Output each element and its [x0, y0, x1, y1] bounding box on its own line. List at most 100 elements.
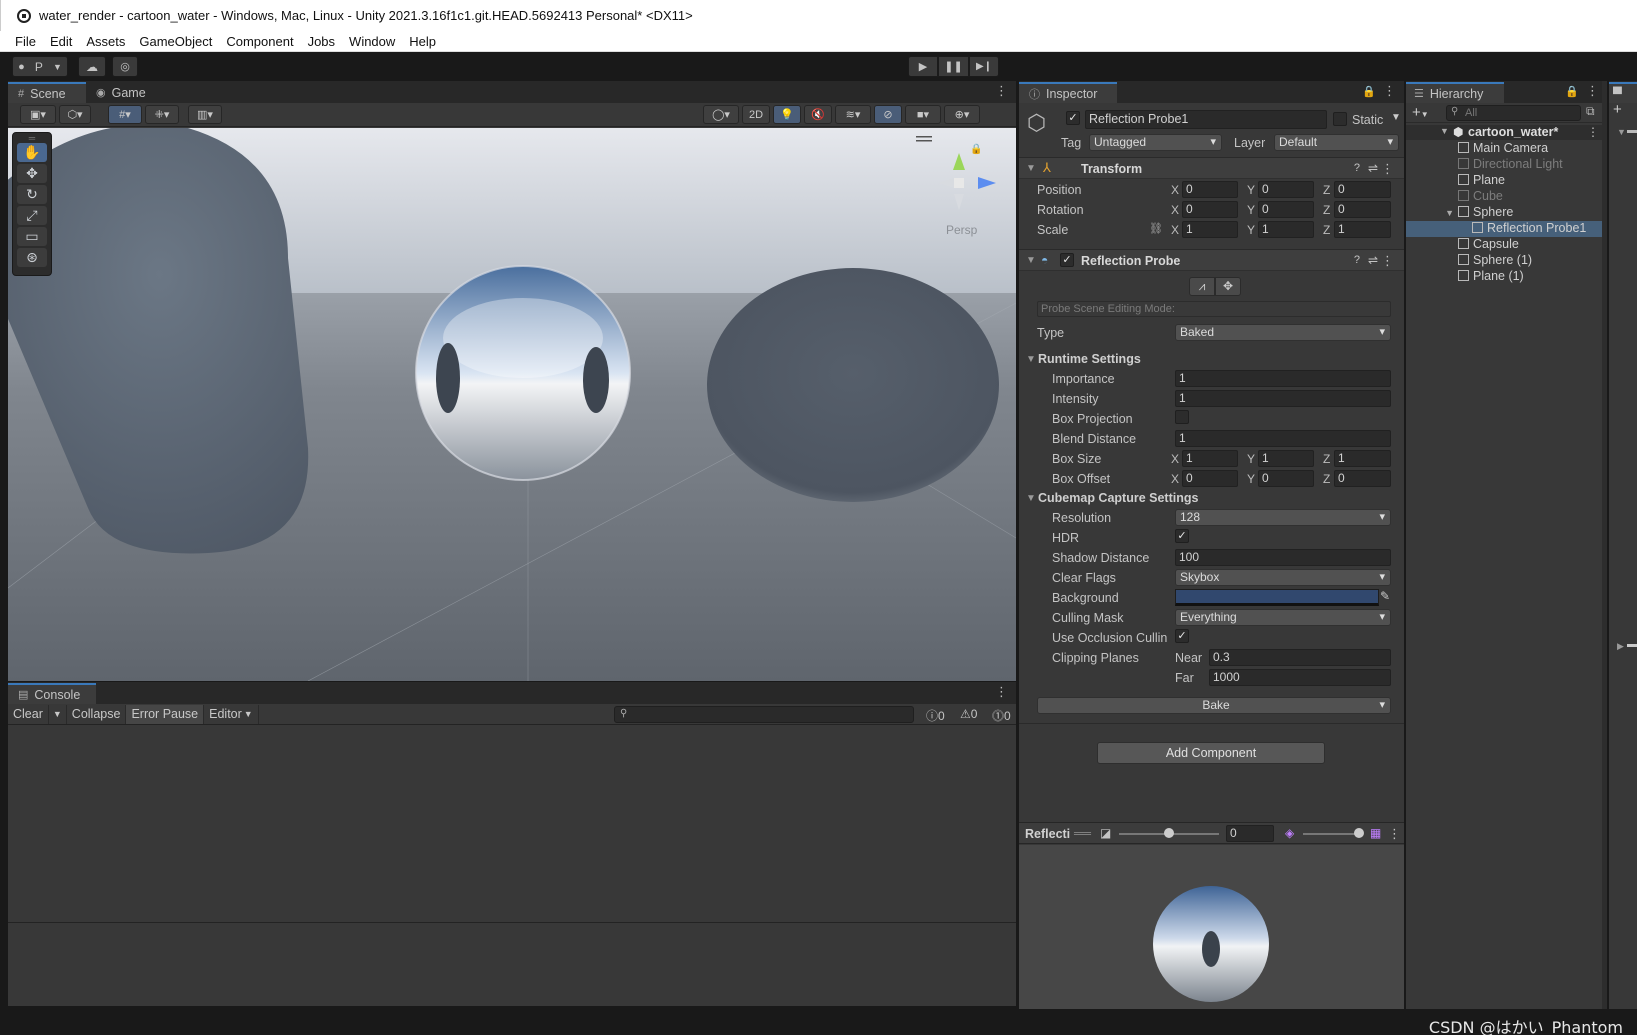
- cubemap-capture-header[interactable]: Cubemap Capture Settings: [1038, 491, 1198, 505]
- static-checkbox[interactable]: [1333, 112, 1347, 126]
- help-icon[interactable]: ?: [1354, 254, 1360, 266]
- foldout-arrow-icon[interactable]: ▼: [1026, 354, 1036, 365]
- preset-icon[interactable]: ⇌: [1368, 253, 1378, 267]
- box-offset-x-field[interactable]: 0: [1182, 470, 1238, 487]
- occlusion-culling-checkbox[interactable]: ✓: [1175, 629, 1189, 643]
- box-offset-z-field[interactable]: 0: [1334, 470, 1391, 487]
- hidden-objects-toggle[interactable]: ⊘: [874, 105, 902, 124]
- inspector-more-options-icon[interactable]: ⋮: [1383, 84, 1396, 97]
- active-checkbox[interactable]: ✓: [1066, 111, 1080, 125]
- preset-icon[interactable]: ⇌: [1368, 161, 1378, 175]
- lock-icon[interactable]: 🔒: [1565, 85, 1579, 98]
- hierarchy-more-options-icon[interactable]: ⋮: [1586, 84, 1599, 97]
- background-color-swatch[interactable]: [1175, 589, 1379, 606]
- hierarchy-item[interactable]: Plane (1): [1406, 269, 1607, 285]
- lighting-toggle[interactable]: 💡: [773, 105, 801, 124]
- hand-tool-button[interactable]: ✋: [17, 143, 47, 162]
- project-create-button[interactable]: +: [1613, 101, 1622, 118]
- warning-filter-toggle[interactable]: ⚠0: [960, 707, 977, 721]
- menu-window[interactable]: Window: [349, 34, 395, 49]
- rotation-x-field[interactable]: 0: [1182, 201, 1238, 218]
- console-more-options-icon[interactable]: ⋮: [995, 685, 1008, 698]
- box-size-y-field[interactable]: 1: [1258, 450, 1314, 467]
- rotation-y-field[interactable]: 0: [1258, 201, 1314, 218]
- camera-dropdown[interactable]: ■▾: [905, 105, 941, 124]
- preview-more-options-icon[interactable]: ⋮: [1388, 826, 1401, 842]
- hierarchy-item[interactable]: Reflection Probe1: [1406, 221, 1607, 237]
- log-filter-toggle[interactable]: ⓘ0: [926, 707, 945, 724]
- drag-handle-icon[interactable]: ══: [1074, 826, 1091, 840]
- cloud-button[interactable]: ☁: [78, 56, 106, 77]
- foldout-arrow-icon[interactable]: ▶: [1617, 641, 1624, 652]
- position-z-field[interactable]: 0: [1334, 181, 1391, 198]
- edit-bounds-button[interactable]: ⩘: [1189, 277, 1215, 296]
- scene-root-row[interactable]: ▼ ⬢ cartoon_water* ⋮: [1406, 125, 1607, 140]
- tab-console[interactable]: ▤ Console: [8, 683, 96, 704]
- tab-game[interactable]: ◉ Game: [86, 82, 152, 103]
- scale-z-field[interactable]: 1: [1334, 221, 1391, 238]
- reflection-sphere-object[interactable]: [415, 265, 631, 481]
- hierarchy-item[interactable]: Cube: [1406, 189, 1607, 205]
- hierarchy-item[interactable]: Plane: [1406, 173, 1607, 189]
- box-size-x-field[interactable]: 1: [1182, 450, 1238, 467]
- toggle-2d-button[interactable]: 2D: [742, 105, 770, 124]
- error-pause-button[interactable]: Error Pause: [126, 704, 205, 724]
- edit-origin-button[interactable]: ✥: [1215, 277, 1241, 296]
- exposure-slider-thumb[interactable]: [1164, 828, 1174, 838]
- hierarchy-item[interactable]: Capsule: [1406, 237, 1607, 253]
- ruler-dropdown[interactable]: ▥▾: [188, 105, 222, 124]
- sphere-object[interactable]: [707, 268, 999, 502]
- tag-dropdown[interactable]: Untagged: [1089, 134, 1222, 151]
- menu-edit[interactable]: Edit: [50, 34, 72, 49]
- help-icon[interactable]: ?: [1354, 162, 1360, 174]
- toolbox-handle-icon[interactable]: ═: [17, 133, 47, 143]
- account-dropdown[interactable]: ● P ▼: [12, 56, 68, 77]
- move-tool-button[interactable]: ✥: [17, 164, 47, 183]
- foldout-arrow-icon[interactable]: ▼: [1617, 127, 1626, 137]
- collapse-button[interactable]: Collapse: [67, 704, 127, 724]
- constrain-proportions-icon[interactable]: ⛓: [1149, 222, 1163, 235]
- type-dropdown[interactable]: Baked: [1175, 324, 1391, 341]
- reflection-probe-header[interactable]: ▼ ◓ ✓ Reflection Probe ? ⇌ ⋮: [1019, 249, 1404, 271]
- probe-preview-sphere[interactable]: [1019, 845, 1404, 1009]
- intensity-field[interactable]: 1: [1175, 390, 1391, 407]
- scene-menu-icon[interactable]: ⋮: [1587, 125, 1599, 139]
- scale-y-field[interactable]: 1: [1258, 221, 1314, 238]
- alpha-icon[interactable]: ▦: [1370, 826, 1381, 840]
- scene-visibility-icon[interactable]: ⧉: [1586, 104, 1595, 119]
- clear-button[interactable]: Clear: [8, 704, 49, 724]
- importance-field[interactable]: 1: [1175, 370, 1391, 387]
- error-filter-toggle[interactable]: ⓵0: [992, 707, 1011, 724]
- rect-tool-button[interactable]: ▭: [17, 227, 47, 246]
- box-size-z-field[interactable]: 1: [1334, 450, 1391, 467]
- panel-splitter[interactable]: [1602, 81, 1607, 1009]
- mip-slider-thumb[interactable]: [1354, 828, 1364, 838]
- object-name-field[interactable]: Reflection Probe1: [1085, 110, 1327, 129]
- probe-enabled-checkbox[interactable]: ✓: [1060, 253, 1074, 267]
- position-y-field[interactable]: 0: [1258, 181, 1314, 198]
- scene-viewport[interactable]: 🔒 Persp ═ ✋ ✥ ↻ ⤢ ▭ ⊛: [8, 128, 1016, 681]
- menu-file[interactable]: File: [15, 34, 36, 49]
- effects-dropdown[interactable]: ≋▾: [835, 105, 871, 124]
- render-mode-dropdown[interactable]: ◯▾: [703, 105, 739, 124]
- editor-dropdown[interactable]: Editor ▼: [204, 704, 259, 724]
- menu-component[interactable]: Component: [226, 34, 293, 49]
- menu-help[interactable]: Help: [409, 34, 436, 49]
- hierarchy-item[interactable]: ▼ Sphere: [1406, 205, 1607, 221]
- tab-hierarchy[interactable]: ☰ Hierarchy: [1406, 82, 1504, 103]
- mip-level-field[interactable]: 0: [1226, 825, 1274, 842]
- menu-gameobject[interactable]: GameObject: [139, 34, 212, 49]
- eyedropper-icon[interactable]: ✎: [1380, 589, 1390, 603]
- rotation-z-field[interactable]: 0: [1334, 201, 1391, 218]
- hierarchy-search-input[interactable]: ⚲ All: [1446, 105, 1581, 121]
- scale-x-field[interactable]: 1: [1182, 221, 1238, 238]
- hierarchy-item[interactable]: Sphere (1): [1406, 253, 1607, 269]
- add-component-button[interactable]: Add Component: [1097, 742, 1325, 764]
- foldout-arrow-icon[interactable]: ▼: [1026, 493, 1036, 504]
- culling-mask-dropdown[interactable]: Everything: [1175, 609, 1391, 626]
- step-button[interactable]: ▶❙: [969, 56, 999, 77]
- tab-scene[interactable]: # Scene: [8, 82, 86, 103]
- grid-snap-dropdown[interactable]: #▾: [108, 105, 142, 124]
- component-menu-icon[interactable]: ⋮: [1381, 253, 1394, 269]
- far-field[interactable]: 1000: [1209, 669, 1391, 686]
